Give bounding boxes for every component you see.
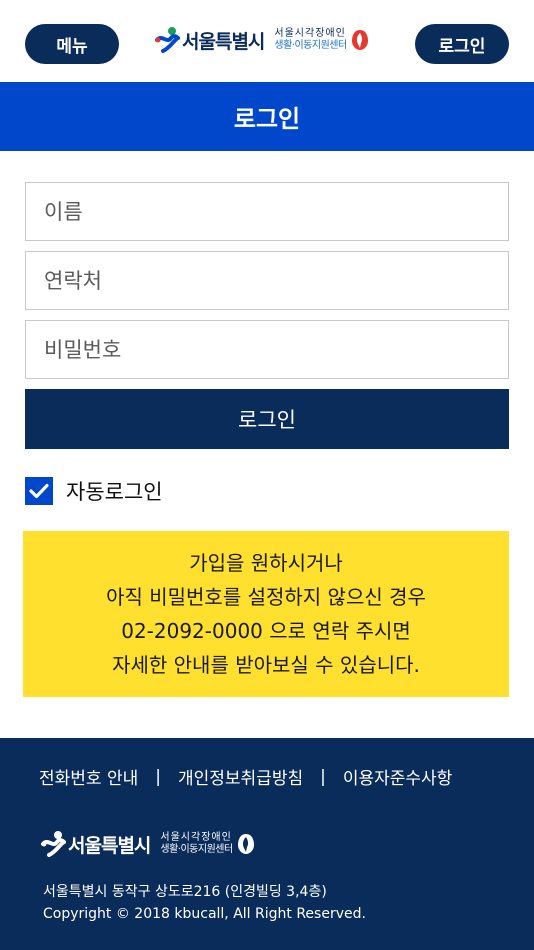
notice-line2: 아직 비밀번호를 설정하지 않으신 경우 — [106, 585, 426, 609]
header: 메뉴 서울특별시 서울시각장애인 생활·이동지원센터 로그인 — [0, 0, 534, 82]
footer-logo-city-text: 서울특별시 — [68, 834, 151, 857]
password-input[interactable] — [44, 337, 508, 362]
signup-notice: 가입을 원하시거나 아직 비밀번호를 설정하지 않으신 경우 02-2092-0… — [23, 531, 509, 697]
footer-links: 전화번호 안내 | 개인정보취급방침 | 이용자준수사항 — [39, 764, 452, 790]
password-field-box[interactable] — [25, 320, 509, 379]
footer-separator: | — [155, 766, 161, 787]
contact-field-box[interactable] — [25, 251, 509, 310]
header-login-button[interactable]: 로그인 — [415, 24, 509, 64]
footer-logo-center-text: 서울시각장애인 생활·이동지원센터 — [160, 832, 233, 856]
footer-logo-center-line2: 생활·이동지원센터 — [160, 844, 233, 855]
footer-address-block: 서울특별시 동작구 상도로216 (인경빌딩 3,4층) Copyright ©… — [43, 881, 366, 925]
auto-login-checkbox[interactable] — [25, 477, 53, 505]
login-submit-button[interactable]: 로그인 — [25, 389, 509, 449]
footer-link-terms[interactable]: 이용자준수사항 — [343, 764, 452, 789]
footer-logo-center-line1: 서울시각장애인 — [160, 832, 232, 843]
logo-center-text: 서울시각장애인 생활·이동지원센터 — [274, 28, 347, 52]
logo[interactable]: 서울특별시 서울시각장애인 생활·이동지원센터 — [154, 26, 369, 54]
footer-link-privacy[interactable]: 개인정보취급방침 — [178, 764, 303, 789]
login-form: 로그인 자동로그인 — [0, 151, 534, 506]
checkmark-icon — [29, 483, 49, 499]
footer: 전화번호 안내 | 개인정보취급방침 | 이용자준수사항 서울특별시 서울시각장… — [0, 738, 534, 950]
footer-copyright: Copyright © 2018 kbucall, All Right Rese… — [43, 906, 366, 922]
footer-logo: 서울특별시 서울시각장애인 생활·이동지원센터 — [40, 830, 255, 858]
name-field-box[interactable] — [25, 182, 509, 241]
seoul-logo-icon — [41, 831, 66, 857]
logo-center-line1: 서울시각장애인 — [274, 28, 346, 39]
name-input[interactable] — [44, 199, 508, 224]
menu-button[interactable]: 메뉴 — [25, 24, 119, 64]
logo-center-line2: 생활·이동지원센터 — [274, 40, 347, 51]
footer-link-phone[interactable]: 전화번호 안내 — [39, 764, 138, 789]
notice-line1: 가입을 원하시거나 — [189, 551, 343, 575]
page-title: 로그인 — [0, 82, 534, 151]
footer-address: 서울특별시 동작구 상도로216 (인경빌딩 3,4층) — [43, 884, 327, 900]
contact-input[interactable] — [44, 268, 508, 293]
center-logo-icon — [351, 30, 368, 50]
center-logo-icon — [237, 834, 254, 854]
notice-line3: 02-2092-0000 으로 연락 주시면 — [121, 619, 411, 643]
logo-city-text: 서울특별시 — [182, 30, 265, 53]
footer-separator: | — [320, 766, 326, 787]
notice-line4: 자세한 안내를 받아보실 수 있습니다. — [112, 653, 420, 677]
auto-login-label[interactable]: 자동로그인 — [66, 476, 163, 506]
auto-login-row[interactable]: 자동로그인 — [25, 476, 509, 506]
seoul-logo-icon — [155, 27, 180, 53]
